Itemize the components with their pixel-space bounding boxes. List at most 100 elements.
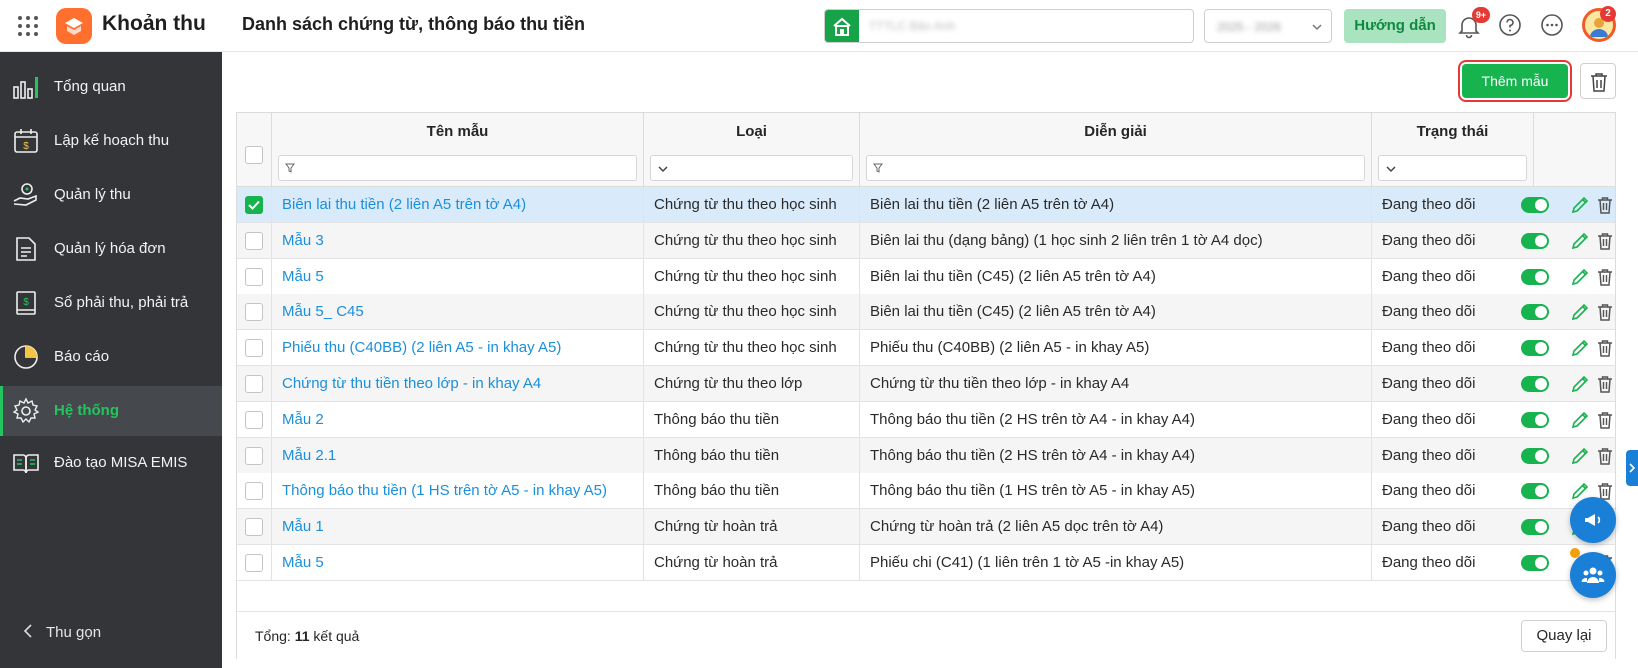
table-row[interactable]: Mẫu 2 Thông báo thu tiền Thông báo thu tiề… bbox=[237, 401, 1615, 438]
row-select-cell bbox=[237, 330, 272, 367]
row-checkbox[interactable] bbox=[245, 196, 263, 214]
table-row[interactable]: Biên lai thu tiền (2 liên A5 trên tờ A4)… bbox=[237, 187, 1615, 223]
template-name-link[interactable]: Mẫu 2.1 bbox=[272, 437, 644, 474]
type-filter-select[interactable] bbox=[650, 155, 853, 181]
template-name-link[interactable]: Mẫu 1 bbox=[272, 509, 644, 546]
delete-icon[interactable] bbox=[1595, 302, 1615, 322]
table-row[interactable]: Thông báo thu tiền (1 HS trên tờ A5 - in… bbox=[237, 473, 1615, 510]
template-type-cell: Chứng từ hoàn trả bbox=[644, 545, 860, 581]
template-name-link[interactable]: Mẫu 2 bbox=[272, 401, 644, 438]
delete-selected-button[interactable] bbox=[1580, 63, 1616, 99]
delete-icon[interactable] bbox=[1595, 267, 1615, 287]
template-description-cell: Thông báo thu tiền (2 HS trên tờ A4 - in… bbox=[860, 437, 1372, 474]
template-description-cell: Biên lai thu (dạng bảng) (1 học sinh 2 l… bbox=[860, 222, 1372, 259]
sidebar-item-collect[interactable]: Quản lý thu bbox=[0, 170, 222, 220]
sidebar-item-invoice[interactable]: Quản lý hóa đơn bbox=[0, 224, 222, 274]
status-toggle[interactable] bbox=[1521, 376, 1549, 392]
template-name-link[interactable]: Mẫu 5 bbox=[272, 545, 644, 581]
row-select-cell bbox=[237, 187, 272, 223]
delete-icon[interactable] bbox=[1595, 231, 1615, 251]
sidebar-item-system[interactable]: Hệ thống bbox=[0, 386, 222, 436]
table-row[interactable]: Chứng từ thu tiền theo lớp - in khay A4 C… bbox=[237, 366, 1615, 402]
expand-panel-tab[interactable] bbox=[1626, 450, 1638, 486]
edit-icon[interactable] bbox=[1570, 374, 1590, 394]
template-name-link[interactable]: Phiếu thu (C40BB) (2 liên A5 - in khay A… bbox=[272, 330, 644, 367]
collapse-sidebar-button[interactable]: Thu gọn bbox=[18, 617, 208, 647]
status-toggle[interactable] bbox=[1521, 447, 1549, 464]
table-row[interactable]: Mẫu 2.1 Thông báo thu tiền Thông báo thu t… bbox=[237, 437, 1615, 474]
status-toggle[interactable] bbox=[1521, 519, 1549, 536]
sidebar-item-plan[interactable]: $ Lập kế hoạch thu bbox=[0, 116, 222, 166]
row-checkbox[interactable] bbox=[245, 267, 263, 286]
status-toggle[interactable] bbox=[1521, 555, 1549, 571]
table-row[interactable]: Mẫu 3 Chứng từ thu theo học sinh Biên lai … bbox=[237, 222, 1615, 259]
delete-icon[interactable] bbox=[1595, 374, 1615, 394]
template-name-link[interactable]: Mẫu 3 bbox=[272, 222, 644, 259]
edit-icon[interactable] bbox=[1570, 446, 1590, 466]
delete-icon[interactable] bbox=[1595, 410, 1615, 430]
edit-icon[interactable] bbox=[1570, 231, 1590, 251]
sidebar-item-training[interactable]: Đào tạo MISA EMIS bbox=[0, 438, 222, 488]
delete-icon[interactable] bbox=[1595, 446, 1615, 466]
edit-icon[interactable] bbox=[1570, 267, 1590, 287]
row-checkbox[interactable] bbox=[245, 375, 263, 393]
sidebar-item-overview[interactable]: Tổng quan bbox=[0, 62, 222, 112]
table-row[interactable]: Mẫu 5_ C45 Chứng từ thu theo học sinh Biên… bbox=[237, 294, 1615, 331]
sidebar-item-report[interactable]: Báo cáo bbox=[0, 332, 222, 382]
row-checkbox[interactable] bbox=[245, 231, 263, 250]
row-checkbox[interactable] bbox=[245, 303, 263, 322]
row-checkbox[interactable] bbox=[245, 482, 263, 501]
announcement-fab[interactable] bbox=[1570, 497, 1616, 543]
sidebar-item-ledger[interactable]: $ Sổ phải thu, phải trả bbox=[0, 278, 222, 328]
template-name-link[interactable]: Thông báo thu tiền (1 HS trên tờ A5 - in… bbox=[272, 473, 644, 510]
school-icon bbox=[825, 10, 859, 42]
edit-icon[interactable] bbox=[1570, 302, 1590, 322]
template-description-cell: Phiếu chi (C41) (1 liên trên 1 tờ A5 -in… bbox=[860, 545, 1372, 581]
row-checkbox[interactable] bbox=[245, 518, 263, 537]
status-toggle[interactable] bbox=[1521, 304, 1549, 321]
template-name-link[interactable]: Biên lai thu tiền (2 liên A5 trên tờ A4) bbox=[272, 187, 644, 223]
help-icon[interactable] bbox=[1498, 13, 1522, 37]
delete-icon[interactable] bbox=[1595, 338, 1615, 358]
status-toggle[interactable] bbox=[1521, 268, 1549, 285]
status-toggle[interactable] bbox=[1521, 232, 1549, 249]
delete-icon[interactable] bbox=[1595, 195, 1615, 215]
header-status: Trạng thái bbox=[1372, 113, 1534, 187]
pie-chart-icon bbox=[14, 345, 38, 369]
row-checkbox[interactable] bbox=[245, 339, 263, 358]
status-toggle[interactable] bbox=[1521, 483, 1549, 500]
status-toggle[interactable] bbox=[1521, 340, 1549, 357]
table-row[interactable]: Mẫu 5 Chứng từ hoàn trả Phiếu chi (C41) (1… bbox=[237, 545, 1615, 581]
add-template-button[interactable]: Thêm mẫu bbox=[1458, 60, 1572, 102]
row-checkbox[interactable] bbox=[245, 554, 263, 572]
status-toggle[interactable] bbox=[1521, 197, 1549, 213]
guide-button[interactable]: Hướng dẫn bbox=[1344, 9, 1446, 43]
template-name-link[interactable]: Mẫu 5 bbox=[272, 258, 644, 295]
name-filter-input[interactable] bbox=[278, 155, 637, 181]
app-grid-icon[interactable] bbox=[16, 14, 40, 38]
column-header-status: Trạng thái bbox=[1416, 123, 1489, 140]
school-selector[interactable]: TTTLC Bảo Anh bbox=[824, 9, 1194, 43]
template-table: Tên mẫu Loại Diễn giải Trạng thái Biên l… bbox=[236, 112, 1616, 659]
edit-icon[interactable] bbox=[1570, 410, 1590, 430]
template-type-cell: Thông báo thu tiền bbox=[644, 473, 860, 510]
community-fab[interactable] bbox=[1570, 552, 1616, 598]
select-all-checkbox[interactable] bbox=[245, 146, 263, 164]
school-year-select[interactable]: 2025 - 2026 bbox=[1204, 9, 1332, 43]
template-name-link[interactable]: Chứng từ thu tiền theo lớp - in khay A4 bbox=[272, 366, 644, 402]
description-filter-input[interactable] bbox=[866, 155, 1365, 181]
table-row[interactable]: Mẫu 1 Chứng từ hoàn trả Chứng từ hoàn trả … bbox=[237, 509, 1615, 546]
column-header-description: Diễn giải bbox=[1084, 123, 1147, 140]
template-name-link[interactable]: Mẫu 5_ C45 bbox=[272, 294, 644, 331]
row-checkbox[interactable] bbox=[245, 410, 263, 429]
status-toggle[interactable] bbox=[1521, 411, 1549, 428]
row-checkbox[interactable] bbox=[245, 446, 263, 465]
status-filter-select[interactable] bbox=[1378, 155, 1527, 181]
total-suffix: kết quả bbox=[313, 628, 360, 644]
table-row[interactable]: Phiếu thu (C40BB) (2 liên A5 - in khay A… bbox=[237, 330, 1615, 367]
more-options-icon[interactable] bbox=[1540, 13, 1564, 37]
edit-icon[interactable] bbox=[1570, 195, 1590, 215]
back-button[interactable]: Quay lại bbox=[1521, 620, 1607, 652]
edit-icon[interactable] bbox=[1570, 338, 1590, 358]
table-row[interactable]: Mẫu 5 Chứng từ thu theo học sinh Biên lai … bbox=[237, 258, 1615, 295]
